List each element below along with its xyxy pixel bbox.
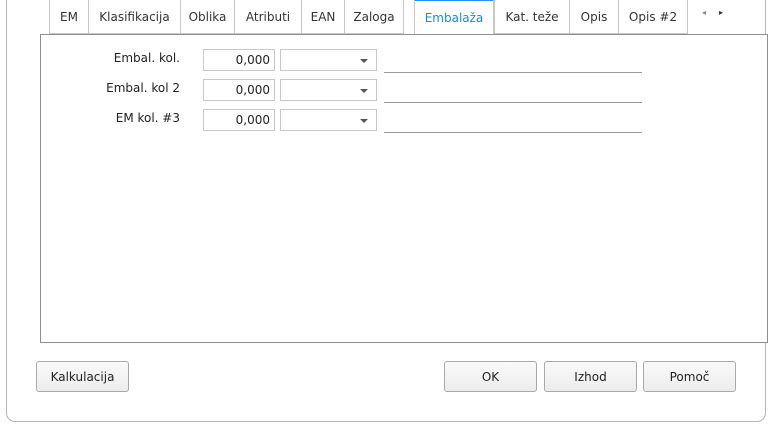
chevron-down-icon: [360, 119, 368, 123]
embal-kol-2-input[interactable]: [203, 79, 275, 101]
tab-zaloga[interactable]: Zaloga: [344, 0, 404, 34]
tab-em[interactable]: EM: [49, 0, 89, 34]
tab-kat-teze[interactable]: Kat. teže: [494, 0, 570, 34]
tab-opis-2[interactable]: Opis #2: [618, 0, 688, 34]
ok-button[interactable]: OK: [444, 361, 537, 392]
embal-kol-unit-select[interactable]: [280, 49, 377, 71]
tab-embalaza[interactable]: Embalaža: [414, 0, 494, 35]
chevron-down-icon: [360, 89, 368, 93]
em-kol-3-description-field[interactable]: [384, 111, 642, 133]
tab-oblika[interactable]: Oblika: [180, 0, 235, 34]
izhod-button[interactable]: Izhod: [544, 361, 637, 392]
pomoc-button[interactable]: Pomoč: [643, 361, 736, 392]
kalkulacija-button[interactable]: Kalkulacija: [36, 361, 129, 392]
tab-klasifikacija[interactable]: Klasifikacija: [88, 0, 181, 34]
field-label-embal-kol-2: Embal. kol 2: [106, 81, 180, 95]
field-label-em-kol-3: EM kol. #3: [115, 111, 180, 125]
tab-scroll-right-icon[interactable]: ▸: [719, 8, 723, 17]
chevron-down-icon: [360, 59, 368, 63]
embal-kol-2-description-field[interactable]: [384, 81, 642, 103]
tab-opis[interactable]: Opis: [569, 0, 619, 34]
em-kol-3-unit-select[interactable]: [280, 109, 377, 131]
field-label-embal-kol: Embal. kol.: [113, 51, 180, 65]
embal-kol-2-unit-select[interactable]: [280, 79, 377, 101]
em-kol-3-input[interactable]: [203, 109, 275, 131]
tab-ean[interactable]: EAN: [301, 0, 345, 34]
embal-kol-input[interactable]: [203, 49, 275, 71]
tab-atributi[interactable]: Atributi: [234, 0, 302, 34]
tab-scroll-left-icon[interactable]: ◂: [702, 8, 706, 17]
embal-kol-description-field[interactable]: [384, 51, 642, 73]
